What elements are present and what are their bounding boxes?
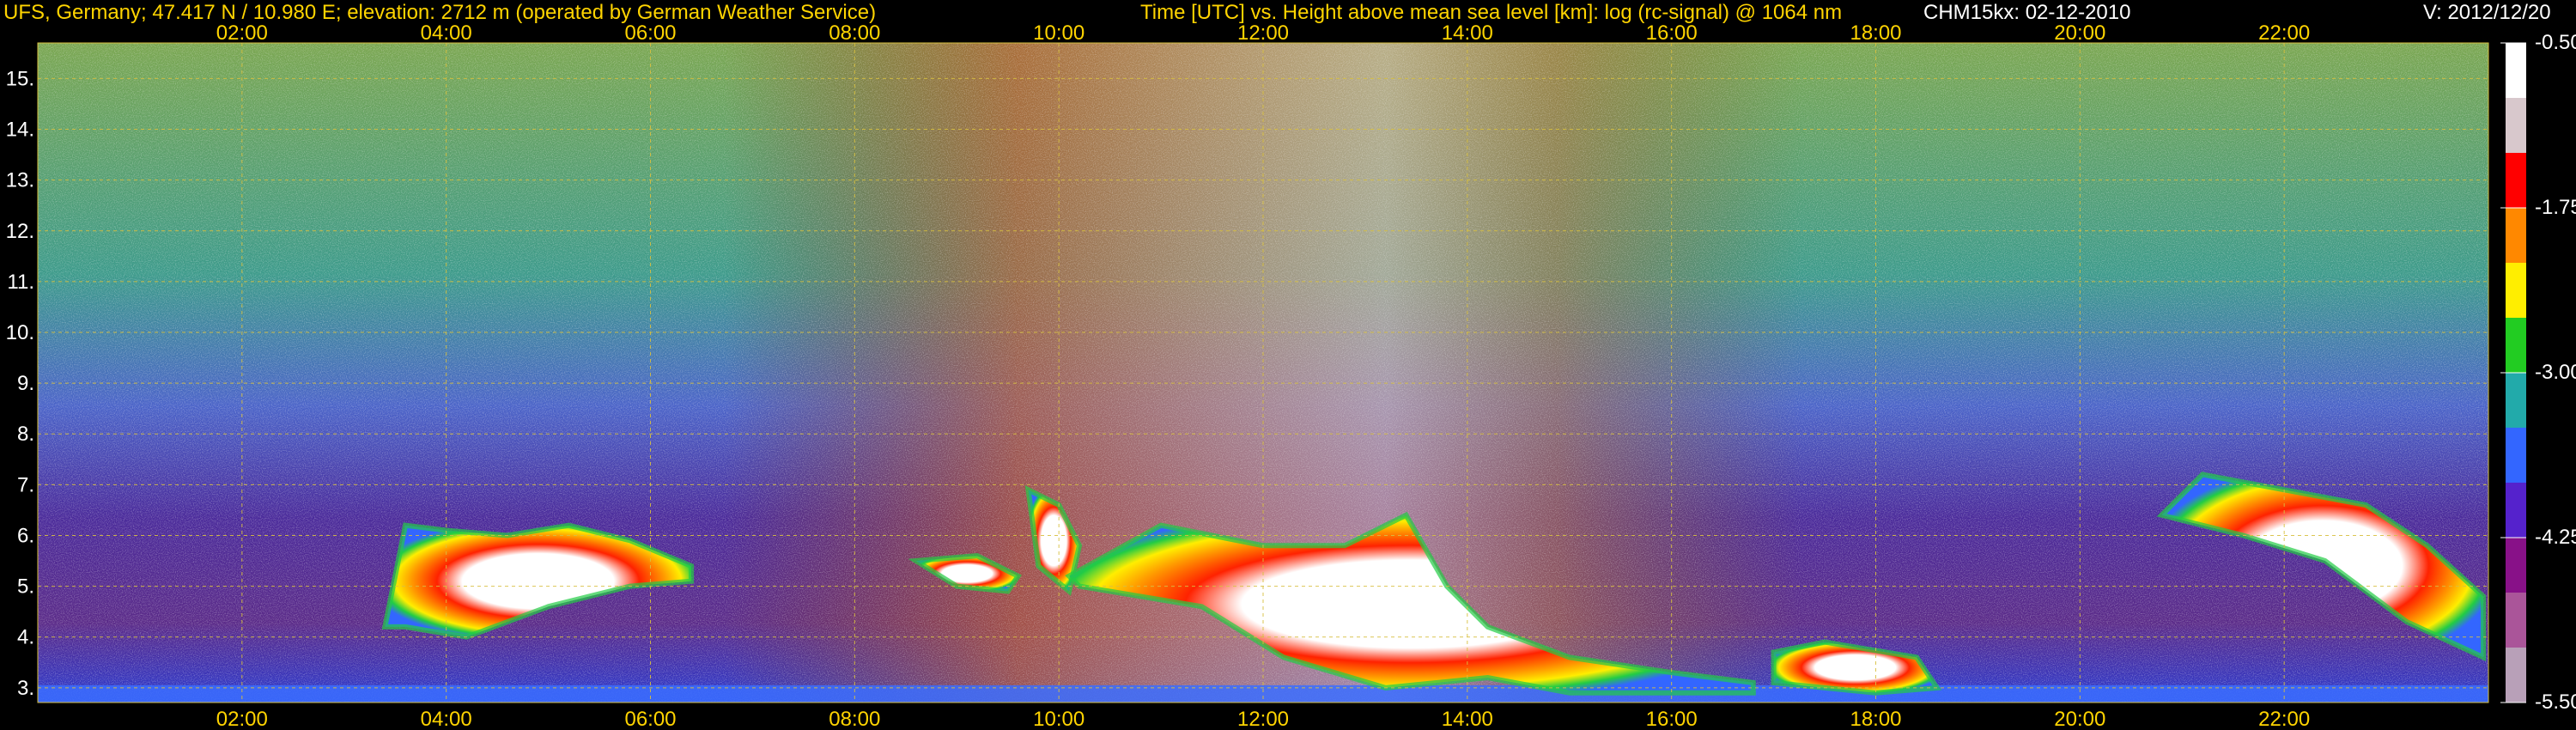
colorbar-segment [2506, 483, 2526, 538]
x-tick-label-bottom: 08:00 [829, 708, 880, 730]
x-tick-label-top: 02:00 [216, 21, 268, 45]
x-tick-label-bottom: 14:00 [1442, 708, 1493, 730]
x-tick-label-bottom: 04:00 [421, 708, 472, 730]
y-tick-label: 15. [6, 67, 34, 90]
colorbar-segment [2506, 428, 2526, 484]
colorbar-label: -4.25 [2535, 526, 2576, 549]
colorbar-segment [2506, 538, 2526, 593]
y-tick-label: 9. [17, 372, 34, 395]
x-tick-label-top: 20:00 [2054, 21, 2105, 45]
x-tick-label-bottom: 06:00 [624, 708, 676, 730]
colorbar-segment [2506, 153, 2526, 209]
x-tick-label-bottom: 22:00 [2258, 708, 2310, 730]
y-tick-label: 10. [6, 321, 34, 344]
colorbar-segment [2506, 373, 2526, 429]
y-tick-label: 8. [17, 423, 34, 446]
colorbar-segment [2506, 98, 2526, 154]
y-tick-label: 14. [6, 119, 34, 142]
y-tick-label: 4. [17, 626, 34, 649]
x-tick-label-bottom: 16:00 [1646, 708, 1698, 730]
x-tick-label-top: 12:00 [1237, 21, 1289, 45]
x-tick-label-bottom: 10:00 [1033, 708, 1084, 730]
colorbar-segment [2506, 208, 2526, 264]
y-tick-label: 12. [6, 220, 34, 243]
colorbar-label: -0.50 [2535, 31, 2576, 54]
colorbar-segment [2506, 43, 2526, 99]
x-tick-label-top: 22:00 [2258, 21, 2310, 45]
x-tick-label-bottom: 18:00 [1850, 708, 1901, 730]
y-tick-label: 7. [17, 473, 34, 496]
x-tick-label-bottom: 02:00 [216, 708, 268, 730]
y-tick-label: 3. [17, 677, 34, 700]
x-tick-label-top: 04:00 [421, 21, 472, 45]
colorbar-segment [2506, 263, 2526, 319]
x-tick-label-top: 10:00 [1033, 21, 1084, 45]
x-tick-label-top: 18:00 [1850, 21, 1901, 45]
colorbar-label: -5.50 [2535, 690, 2576, 714]
y-tick-label: 5. [17, 575, 34, 599]
colorbar-label: -3.00 [2535, 361, 2576, 384]
x-tick-label-top: 06:00 [624, 21, 676, 45]
x-tick-label-top: 14:00 [1442, 21, 1493, 45]
y-tick-label: 6. [17, 524, 34, 547]
colorbar-segment [2506, 318, 2526, 374]
colorbar-segment [2506, 648, 2526, 703]
x-tick-label-bottom: 12:00 [1237, 708, 1289, 730]
lidar-heatmap-chart: 02:00 02:00 04:00 04:00 06:00 06:00 08:00 08:00… [6, 21, 2526, 730]
x-tick-label-top: 16:00 [1646, 21, 1698, 45]
y-tick-label: 11. [7, 271, 34, 294]
colorbar-segment [2506, 593, 2526, 648]
x-tick-label-top: 08:00 [829, 21, 880, 45]
x-tick-label-bottom: 20:00 [2054, 708, 2105, 730]
colorbar-label: -1.75 [2535, 196, 2576, 219]
y-tick-label: 13. [6, 169, 34, 192]
